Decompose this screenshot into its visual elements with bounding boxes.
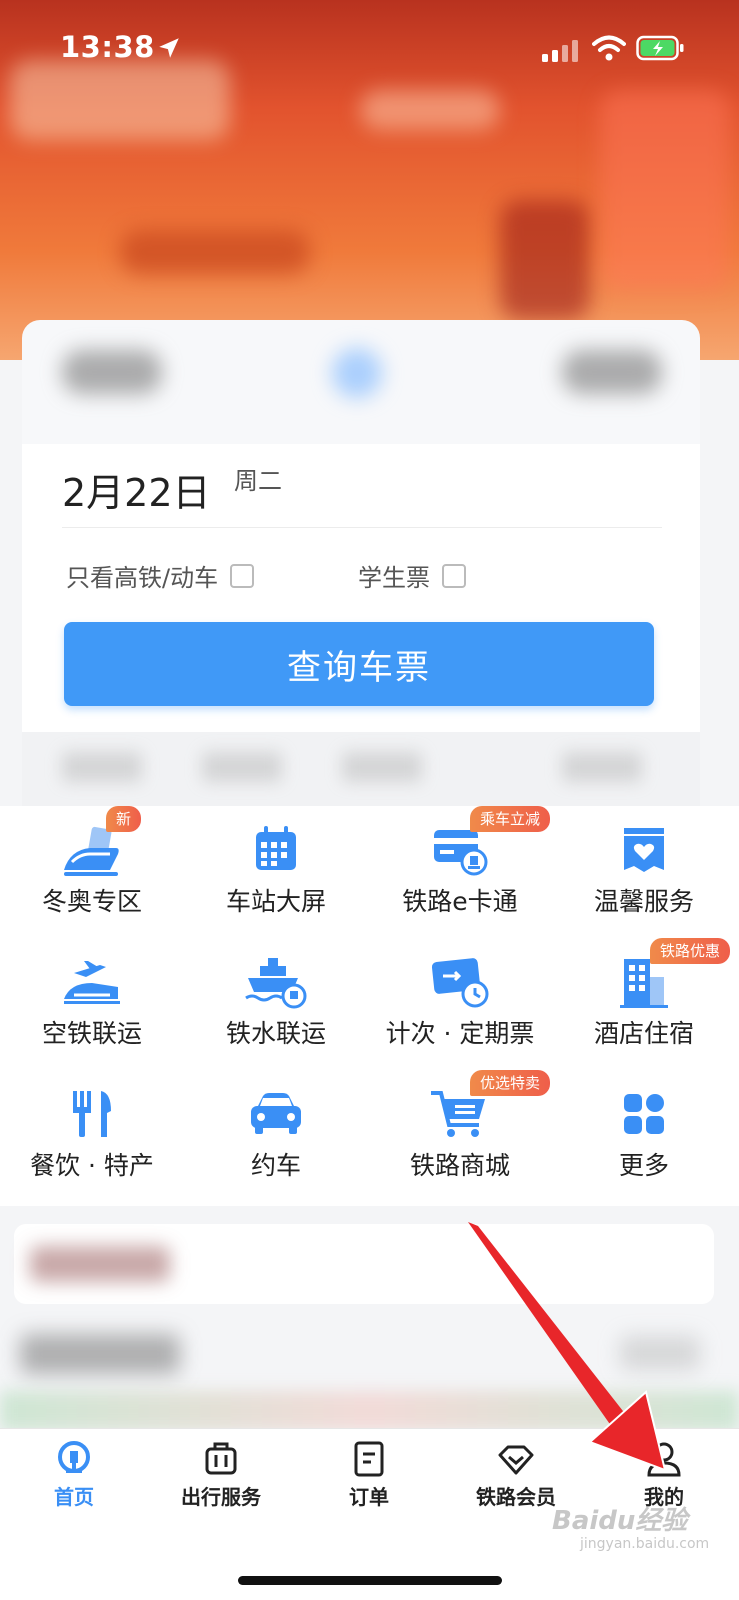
student-ticket-label: 学生票: [358, 564, 430, 592]
service-label: 车站大屏: [225, 887, 326, 916]
query-tickets-button[interactable]: 查询车票: [64, 622, 654, 706]
more-grid-icon: [612, 1084, 676, 1144]
tab-label: 首页: [54, 1485, 94, 1509]
ride-discount-badge: 乘车立减: [470, 806, 551, 832]
service-station-screen[interactable]: 车站大屏: [184, 806, 368, 936]
new-badge: 新: [106, 806, 142, 832]
dining-icon: [60, 1084, 124, 1144]
service-grid: 新 冬奥专区 车站大屏 乘车立减 铁路e卡通 温馨服务 空铁联运 铁水联运 计次…: [0, 806, 739, 1206]
history-blur-item: [342, 752, 422, 782]
service-railway-ecard[interactable]: 乘车立减 铁路e卡通: [368, 806, 552, 936]
profile-icon: [647, 1442, 681, 1477]
service-hotel[interactable]: 铁路优惠 酒店住宿: [552, 938, 736, 1068]
app-screen: 13:38 2月22日 周二 只看高铁/动车 学生票 查询车票 新 冬奥专区 车…: [0, 0, 739, 1600]
home-logo-icon: [58, 1441, 90, 1473]
service-label: 温馨服务: [593, 887, 694, 916]
high-speed-only-checkbox[interactable]: [230, 563, 255, 588]
watermark: Baidu经验: [552, 1506, 688, 1536]
tab-label: 订单: [349, 1485, 389, 1509]
station-selector[interactable]: [22, 320, 700, 450]
service-dining[interactable]: 餐饮 · 特产: [0, 1070, 184, 1200]
service-railway-mall[interactable]: 优选特卖 铁路商城: [368, 1070, 552, 1200]
high-speed-only-option[interactable]: 只看高铁/动车: [66, 558, 255, 593]
service-more[interactable]: 更多: [552, 1070, 736, 1200]
divider: [62, 527, 662, 528]
from-station-blur[interactable]: [62, 350, 162, 394]
service-label: 酒店住宿: [593, 1019, 694, 1048]
service-winter-olympics[interactable]: 新 冬奥专区: [0, 806, 184, 936]
luggage-icon: [205, 1442, 237, 1475]
status-bar: 13:38: [0, 0, 739, 96]
service-label: 空铁联运: [41, 1019, 142, 1048]
notice-blur: [30, 1246, 170, 1282]
banner-blur-block: [120, 230, 310, 274]
section-title-blur: [20, 1334, 180, 1374]
service-label: 铁水联运: [225, 1019, 326, 1048]
service-label: 冬奥专区: [41, 887, 142, 916]
service-period-ticket[interactable]: 计次 · 定期票: [368, 938, 552, 1068]
to-station-blur[interactable]: [562, 350, 662, 394]
ticket-search-card: 2月22日 周二 只看高铁/动车 学生票 查询车票: [22, 444, 700, 732]
service-label: 铁路商城: [409, 1151, 510, 1180]
service-label: 约车: [250, 1151, 301, 1180]
member-diamond-icon: [498, 1445, 534, 1475]
air-rail-icon: [60, 952, 124, 1012]
travel-date[interactable]: 2月22日: [62, 462, 211, 517]
home-indicator: [238, 1576, 502, 1585]
travel-weekday: 周二: [234, 467, 282, 495]
student-ticket-checkbox[interactable]: [442, 563, 466, 588]
watermark-subtext: jingyan.baidu.com: [580, 1536, 710, 1552]
search-history-strip[interactable]: [22, 732, 700, 807]
history-blur-item: [202, 752, 282, 782]
cellular-signal-icon: [542, 40, 578, 62]
history-blur-item: [62, 752, 142, 782]
order-icon: [354, 1441, 384, 1477]
service-label: 更多: [618, 1151, 669, 1180]
banner-blur-block: [500, 200, 590, 320]
rail-water-icon: [244, 952, 308, 1012]
service-label: 铁路e卡通: [402, 887, 518, 916]
service-label: 计次 · 定期票: [385, 1019, 535, 1048]
tab-travel-services[interactable]: 出行服务: [147, 1429, 295, 1549]
section-more-blur[interactable]: [620, 1336, 700, 1370]
battery-charging-icon: [636, 35, 684, 61]
feed-content[interactable]: [0, 1206, 739, 1431]
tab-orders[interactable]: 订单: [295, 1429, 443, 1549]
status-time: 13:38: [60, 30, 155, 64]
car-icon: [244, 1084, 308, 1144]
service-rail-water[interactable]: 铁水联运: [184, 938, 368, 1068]
selected-sale-badge: 优选特卖: [470, 1070, 551, 1096]
wifi-icon: [592, 35, 626, 61]
swap-stations-icon[interactable]: [332, 348, 382, 398]
feed-blur: [0, 1391, 739, 1431]
station-screen-icon: [244, 820, 308, 880]
student-ticket-option[interactable]: 学生票: [358, 558, 466, 593]
high-speed-only-label: 只看高铁/动车: [66, 564, 219, 592]
service-car[interactable]: 约车: [184, 1070, 368, 1200]
history-blur-item: [562, 752, 642, 782]
banner-blur-block: [360, 90, 500, 130]
service-label: 餐饮 · 特产: [30, 1151, 154, 1180]
warm-service-icon: [612, 820, 676, 880]
tab-home[interactable]: 首页: [0, 1429, 148, 1549]
period-ticket-icon: [428, 952, 492, 1012]
railway-discount-badge: 铁路优惠: [650, 938, 731, 964]
tab-label: 出行服务: [181, 1485, 261, 1509]
banner-blur-block: [600, 90, 730, 290]
location-arrow-icon: [159, 38, 179, 58]
service-air-rail[interactable]: 空铁联运: [0, 938, 184, 1068]
service-warm-service[interactable]: 温馨服务: [552, 806, 736, 936]
